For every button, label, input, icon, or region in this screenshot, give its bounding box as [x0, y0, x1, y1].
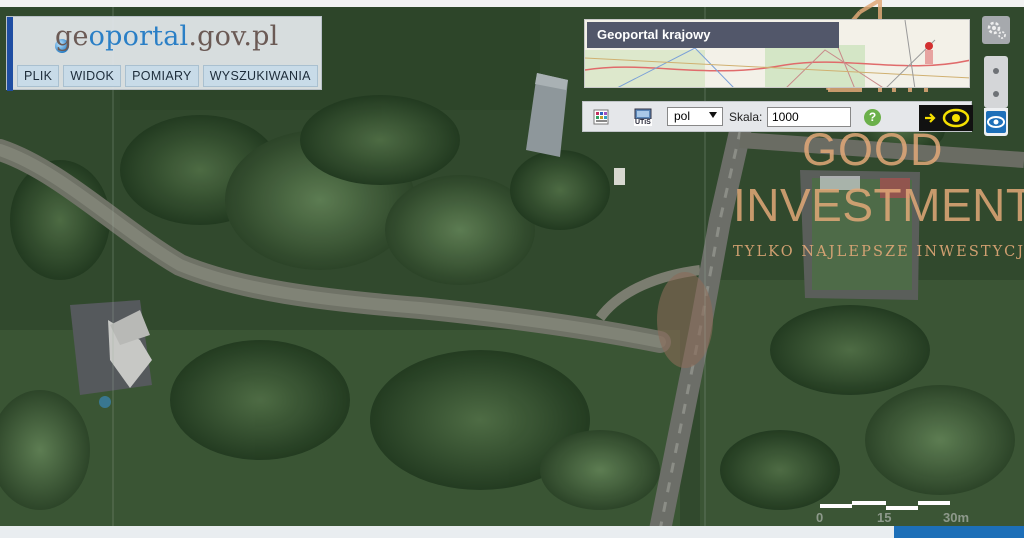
scale-label: Skala:	[729, 110, 763, 124]
menu-item-pomiary[interactable]: POMIARY	[125, 65, 199, 87]
menu-item-wyszukiwania[interactable]: WYSZUKIWANIA	[202, 65, 318, 87]
settings-button[interactable]	[982, 16, 1010, 44]
chevron-down-icon	[709, 112, 717, 118]
watermark-tagline: TYLKO NAJLEPSZE INWESTYCJE	[733, 244, 1024, 260]
zoom-control[interactable]	[984, 56, 1008, 108]
scale-label-15: 15	[877, 510, 892, 525]
zoom-out-icon[interactable]	[993, 91, 999, 97]
logo-text-part3: .gov.pl	[188, 21, 279, 52]
gear-icon	[987, 21, 1006, 39]
logo-text-part1: ge	[55, 21, 89, 52]
overview-map[interactable]: Geoportal krajowy	[584, 19, 970, 88]
bottom-accent	[894, 526, 1024, 538]
layers-icon[interactable]	[593, 109, 609, 125]
geoportal-logo[interactable]: geoportal.gov.pl	[55, 21, 278, 52]
logo-accent-bar	[7, 17, 13, 91]
utis-label: UTiS	[634, 119, 652, 126]
logo-text-part2: oportal	[88, 21, 189, 52]
utis-button[interactable]: UTiS	[633, 107, 653, 127]
eye-icon	[942, 108, 970, 128]
language-select-value: pol	[674, 109, 691, 123]
watermark-investment: INVESTMENT	[733, 179, 1024, 231]
bottom-strip	[0, 526, 1024, 538]
scale-label-30m: 30m	[943, 510, 970, 525]
eye-icon	[986, 111, 1006, 133]
watermark-good: GOOD	[802, 124, 944, 175]
visibility-button[interactable]	[984, 108, 1008, 136]
zoom-in-icon[interactable]	[993, 68, 999, 74]
language-select[interactable]: pol	[667, 107, 723, 126]
logo-panel: geoportal.gov.pl PLIK WIDOK POMIARY WYSZ…	[6, 16, 322, 91]
scale-label-0: 0	[816, 510, 824, 525]
menu-item-plik[interactable]: PLIK	[17, 65, 60, 87]
help-icon: ?	[868, 110, 877, 124]
main-menu: PLIK WIDOK POMIARY WYSZUKIWANIA	[17, 65, 318, 87]
menu-item-widok[interactable]: WIDOK	[63, 65, 122, 87]
overview-title: Geoportal krajowy	[587, 22, 839, 48]
